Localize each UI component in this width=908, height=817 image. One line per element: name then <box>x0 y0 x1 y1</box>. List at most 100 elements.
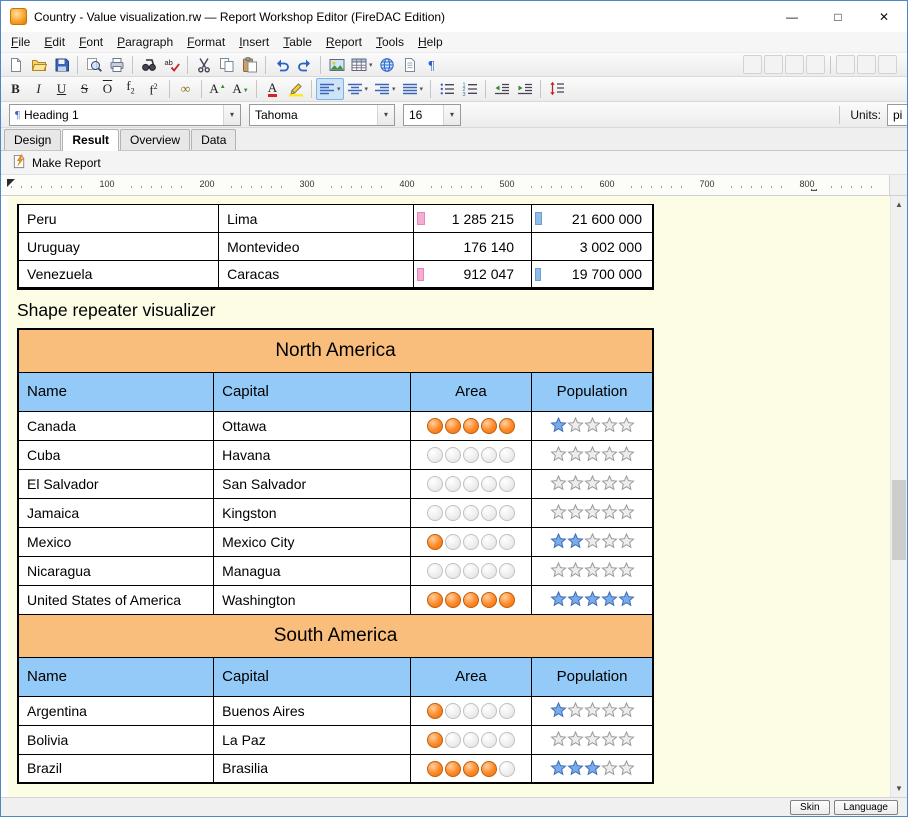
subscript-button[interactable]: f2 <box>119 78 142 100</box>
vertical-scrollbar[interactable]: ▲ ▼ <box>890 196 907 797</box>
spellcheck-button[interactable]: ab <box>160 54 183 76</box>
toolbar-separator <box>830 56 831 74</box>
close-button[interactable]: ✕ <box>861 1 907 32</box>
chevron-down-icon[interactable]: ▾ <box>377 105 394 125</box>
document-area: PeruLima1 285 21521 600 000UruguayMontev… <box>1 196 907 797</box>
tab-data[interactable]: Data <box>191 129 236 150</box>
highlight-button[interactable] <box>284 78 307 100</box>
font-color-button[interactable]: A <box>261 78 284 100</box>
style-combo[interactable]: ¶ Heading 1 ▾ <box>9 104 241 126</box>
formatting-marks-button[interactable]: ¶ <box>422 54 445 76</box>
minimize-button[interactable]: — <box>769 1 815 32</box>
menu-item-insert[interactable]: Insert <box>232 33 276 51</box>
column-header-name: Name <box>18 657 214 696</box>
menu-item-help[interactable]: Help <box>411 33 450 51</box>
open-folder-button[interactable] <box>27 54 50 76</box>
align-right-button[interactable]: ▾ <box>371 78 399 100</box>
paste-button[interactable] <box>238 54 261 76</box>
menu-item-file[interactable]: File <box>4 33 37 51</box>
page-setup-button[interactable] <box>399 54 422 76</box>
scroll-down-arrow-icon[interactable]: ▼ <box>891 780 907 797</box>
tab-overview[interactable]: Overview <box>120 129 190 150</box>
area-circle-icon <box>499 703 515 719</box>
menu-item-format[interactable]: Format <box>180 33 232 51</box>
new-document-button[interactable] <box>4 54 27 76</box>
strikethrough-button[interactable]: S <box>73 78 96 100</box>
svg-text:3: 3 <box>462 92 465 97</box>
bullet-list-button[interactable] <box>435 78 458 100</box>
menu-item-paragraph[interactable]: Paragraph <box>110 33 180 51</box>
tab-design[interactable]: Design <box>4 129 61 150</box>
font-size-combo[interactable]: 16 ▾ <box>403 104 461 126</box>
save-button[interactable] <box>50 54 73 76</box>
ruler: 100200300400500600700800 <box>1 175 907 196</box>
maximize-button[interactable]: □ <box>815 1 861 32</box>
ruler-mark: 700 <box>691 179 723 189</box>
find-icon <box>141 57 157 73</box>
bold-button[interactable]: B <box>4 78 27 100</box>
units-combo[interactable]: pi ▾ <box>887 104 907 126</box>
skin-button[interactable]: Skin <box>790 800 829 815</box>
language-button[interactable]: Language <box>834 800 899 815</box>
overline-button[interactable]: O <box>96 78 119 100</box>
population-star-icon <box>567 562 584 579</box>
chevron-down-icon[interactable]: ▾ <box>223 105 240 125</box>
menu-item-report[interactable]: Report <box>319 33 369 51</box>
shape-table-body: North AmericaNameCapitalAreaPopulationCa… <box>18 329 653 783</box>
toolbar-separator <box>201 80 202 98</box>
cut-button[interactable] <box>192 54 215 76</box>
menu-item-font[interactable]: Font <box>72 33 110 51</box>
redo-button[interactable] <box>293 54 316 76</box>
column-header-population: Population <box>532 372 653 411</box>
toolbar-separator <box>132 56 133 74</box>
overline-icon: O <box>103 82 112 96</box>
scrollbar-thumb[interactable] <box>892 480 906 560</box>
area-shapes-cell <box>410 440 531 469</box>
align-left-button[interactable]: ▾ <box>316 78 344 100</box>
font-combo[interactable]: Tahoma ▾ <box>249 104 395 126</box>
menu-item-edit[interactable]: Edit <box>37 33 72 51</box>
make-report-button[interactable]: Make Report <box>6 152 107 174</box>
align-center-button[interactable]: ▾ <box>344 78 372 100</box>
population-shapes-cell <box>532 498 653 527</box>
scroll-up-arrow-icon[interactable]: ▲ <box>891 196 907 213</box>
population-star-icon <box>601 417 618 434</box>
hyperlink-button[interactable] <box>376 54 399 76</box>
grow-font-button[interactable]: A▲ <box>206 78 229 100</box>
population-value: 21 600 000 <box>542 211 652 227</box>
font-combo-value: Tahoma <box>255 108 298 122</box>
insert-image-button[interactable] <box>325 54 348 76</box>
menu-item-tools[interactable]: Tools <box>369 33 411 51</box>
make-report-bar: Make Report <box>1 151 907 175</box>
decrease-indent-button[interactable] <box>490 78 513 100</box>
line-spacing-button[interactable] <box>545 78 568 100</box>
find-button[interactable] <box>137 54 160 76</box>
ruler-origin-marker[interactable] <box>7 179 15 187</box>
menu-item-table[interactable]: Table <box>276 33 319 51</box>
numbered-list-button[interactable]: 123 <box>458 78 481 100</box>
population-star-icon <box>618 562 635 579</box>
superscript-button[interactable]: f2 <box>142 78 165 100</box>
bold-icon: B <box>11 82 20 96</box>
new-document-icon <box>8 57 24 73</box>
shrink-font-button[interactable]: A▼ <box>229 78 252 100</box>
insert-table-button[interactable]: ▾ <box>348 54 376 76</box>
zoom-button[interactable] <box>82 54 105 76</box>
underline-button[interactable]: U <box>50 78 73 100</box>
population-star-icon <box>550 591 567 608</box>
align-right-icon: ▾ <box>374 81 396 97</box>
highlight-icon <box>288 81 304 97</box>
decrease-indent-icon <box>494 81 510 97</box>
increase-indent-button[interactable] <box>513 78 536 100</box>
paste-icon <box>242 57 258 73</box>
print-preview-button[interactable] <box>105 54 128 76</box>
chevron-down-icon[interactable]: ▾ <box>443 105 460 125</box>
align-justify-button[interactable]: ▾ <box>399 78 427 100</box>
undo-button[interactable] <box>270 54 293 76</box>
tab-result[interactable]: Result <box>62 129 119 151</box>
hyperlink-text-button[interactable]: ∞ <box>174 78 197 100</box>
area-circle-icon <box>463 505 479 521</box>
population-star-icon <box>601 562 618 579</box>
italic-button[interactable]: I <box>27 78 50 100</box>
copy-button[interactable] <box>215 54 238 76</box>
